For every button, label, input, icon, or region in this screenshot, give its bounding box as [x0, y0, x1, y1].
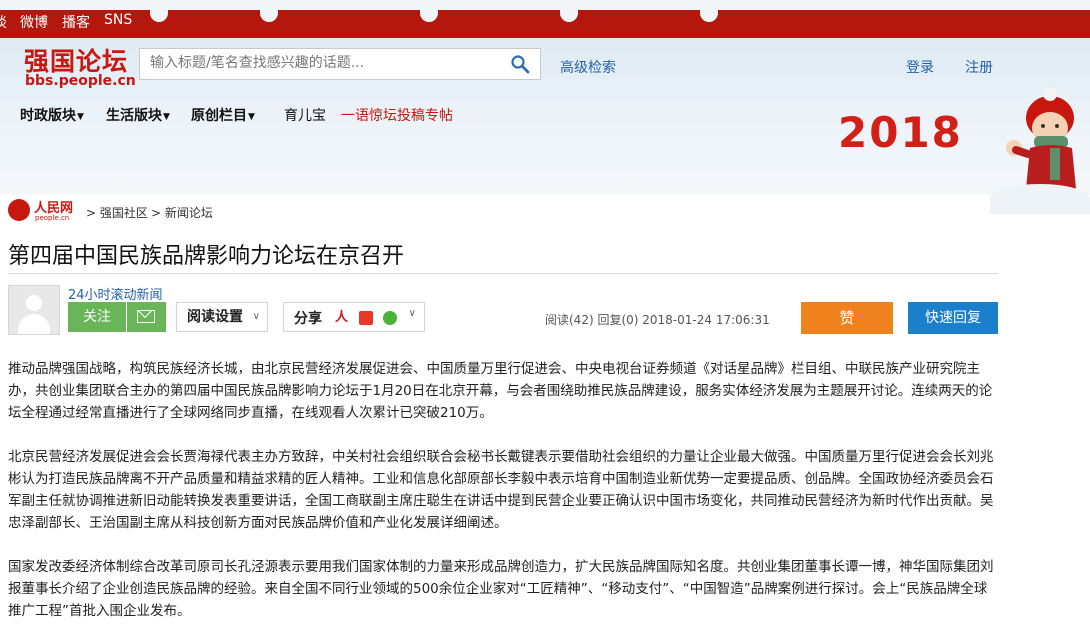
nav-politics[interactable]: 时政版块▼: [20, 105, 84, 125]
avatar-head-shape: [26, 295, 42, 311]
nav-life[interactable]: 生活版块▼: [106, 105, 170, 125]
avatar-body-shape: [18, 314, 50, 334]
quick-reply-button[interactable]: 快速回复: [908, 302, 998, 334]
follow-button[interactable]: 关注: [68, 302, 126, 332]
top-link-podcast[interactable]: 播客: [62, 12, 90, 32]
icicle-decoration: [700, 6, 718, 22]
nav-original-label: 原创栏目: [191, 108, 247, 124]
breadcrumb-community[interactable]: > 强国社区: [86, 204, 148, 221]
nav-life-label: 生活版块: [106, 108, 162, 124]
envelope-icon: [137, 310, 155, 323]
icicle-decoration: [150, 6, 168, 22]
author-name[interactable]: 24小时滚动新闻: [68, 284, 163, 303]
dropdown-triangle-icon: ▼: [248, 112, 255, 122]
people-logo-url: people.cn: [35, 214, 70, 222]
article-paragraph: 推动品牌强国战略，构筑民族经济长城，由北京民营经济发展促进会、中国质量万里行促进…: [8, 361, 993, 421]
title-divider: [8, 273, 998, 274]
icicle-decoration: [420, 6, 438, 22]
site-logo-url: bbs.people.cn: [25, 73, 136, 89]
article-paragraph: 国家发改委经济体制综合改革司原司长孔泾源表示要用我们国家体制的力量来形成品牌创造…: [8, 559, 994, 619]
article-paragraph: 北京民营经济发展促进会会长贾海禄代表主办方致辞，中关村社会组织联合会秘书长戴键表…: [8, 449, 994, 531]
people-logo-icon: [8, 199, 30, 221]
article-title: 第四届中国民族品牌影响力论坛在京召开: [8, 244, 405, 269]
nav-parenting[interactable]: 育儿宝: [284, 105, 326, 125]
like-button[interactable]: 赞: [801, 302, 893, 334]
snow-decoration: [990, 184, 1090, 214]
message-button[interactable]: [127, 302, 166, 332]
read-settings-dropdown[interactable]: 阅读设置 ∨: [176, 302, 268, 332]
search-input[interactable]: [140, 49, 520, 77]
share-box: 分享 人 ∨: [283, 302, 425, 332]
read-settings-label: 阅读设置: [187, 309, 243, 325]
sina-weibo-icon[interactable]: [359, 311, 373, 325]
dropdown-triangle-icon: ▼: [163, 112, 170, 122]
people-weibo-icon[interactable]: 人: [335, 311, 349, 325]
article-body: 推动品牌强国战略，构筑民族经济长城，由北京民营经济发展促进会、中国质量万里行促进…: [8, 358, 998, 644]
people-cn-logo[interactable]: 人民网 people.cn: [8, 197, 80, 223]
nav-politics-label: 时政版块: [20, 108, 76, 124]
wechat-icon[interactable]: [383, 311, 397, 325]
icicle-decoration: [560, 6, 578, 22]
top-link-weibo[interactable]: 微博: [20, 12, 48, 32]
login-link[interactable]: 登录: [906, 57, 934, 77]
top-link-sns[interactable]: SNS: [104, 12, 132, 28]
search-icon[interactable]: [510, 54, 530, 74]
register-link[interactable]: 注册: [965, 57, 993, 77]
avatar[interactable]: [8, 285, 60, 335]
top-nav-bar: 淡 微博 播客 SNS: [0, 0, 1090, 38]
share-label: 分享: [294, 311, 322, 327]
icicle-decoration: [260, 6, 278, 22]
breadcrumb-news-forum[interactable]: > 新闻论坛: [151, 204, 213, 221]
chevron-down-icon: ∨: [252, 311, 260, 322]
chevron-down-icon[interactable]: ∨: [409, 308, 416, 319]
read-reply-stats: 阅读(42) 回复(0) 2018-01-24 17:06:31: [545, 313, 770, 327]
search-box: [139, 48, 541, 80]
advanced-search-link[interactable]: 高级检索: [560, 57, 616, 77]
site-header: 强国论坛 bbs.people.cn 高级检索 登录 注册 时政版块▼ 生活版块…: [0, 38, 1090, 214]
dropdown-triangle-icon: ▼: [77, 112, 84, 122]
nav-submission[interactable]: 一语惊坛投稿专帖: [341, 105, 453, 125]
year-2018-banner: 2018: [838, 108, 963, 157]
nav-original[interactable]: 原创栏目▼: [191, 105, 255, 125]
top-link-partial[interactable]: 淡: [0, 12, 7, 32]
